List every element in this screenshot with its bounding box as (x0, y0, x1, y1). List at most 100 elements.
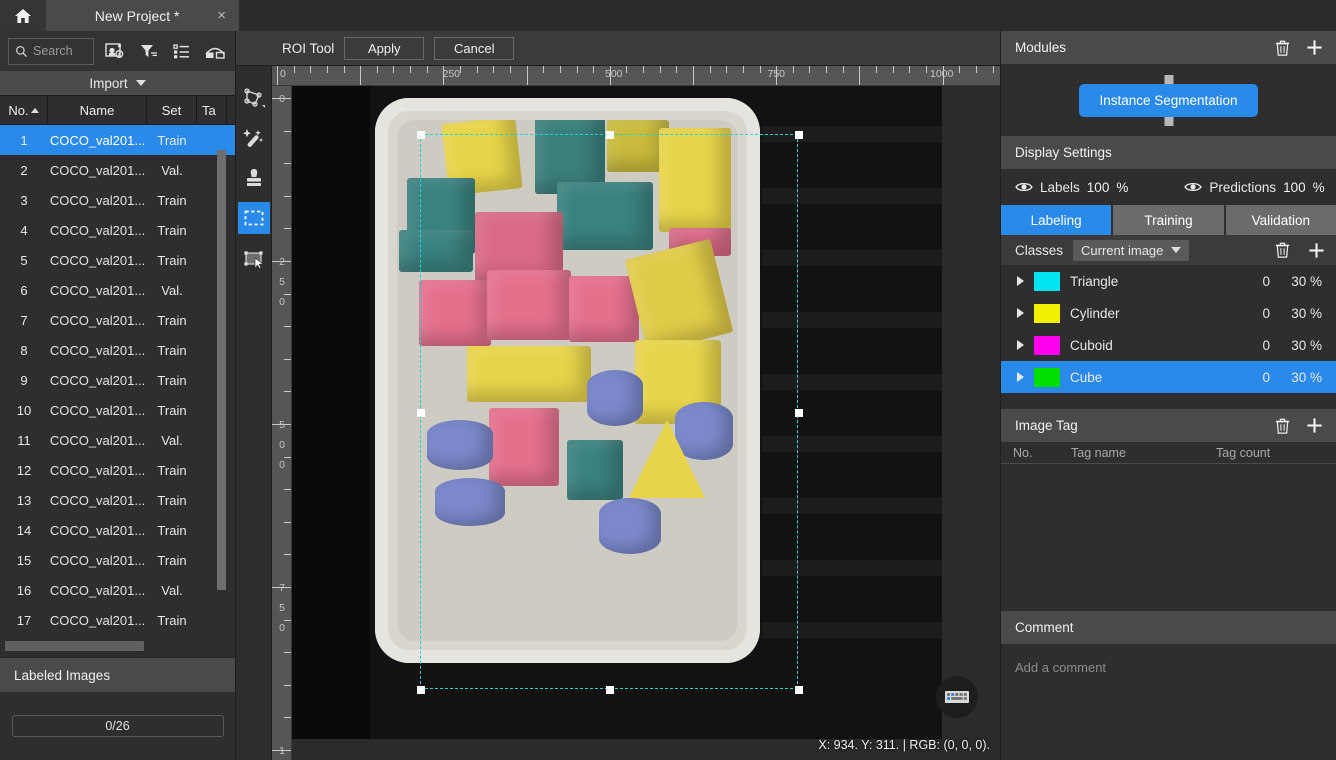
plus-icon[interactable] (1304, 238, 1328, 262)
class-name: Cuboid (1070, 337, 1113, 353)
image-settings-icon[interactable] (104, 39, 127, 63)
photo-block-triangle (629, 420, 705, 498)
file-list-scrollbar[interactable] (217, 150, 226, 590)
class-color-swatch[interactable] (1034, 367, 1060, 387)
trash-icon[interactable] (1270, 414, 1294, 438)
ruler-tick (284, 195, 291, 197)
expand-arrow-icon[interactable] (1017, 308, 1024, 318)
home-icon (15, 8, 31, 23)
tab-labeling[interactable]: Labeling (1001, 205, 1112, 235)
home-button[interactable] (0, 0, 46, 31)
search-input[interactable]: Search (8, 37, 94, 65)
node-output-port[interactable] (1164, 116, 1173, 126)
keyboard-shortcuts-button[interactable] (936, 676, 978, 718)
table-row[interactable]: 15 COCO_val201... Train (0, 545, 235, 575)
polygon-tool[interactable] (238, 82, 270, 114)
image-canvas[interactable] (292, 86, 942, 739)
photo-background-stripe (762, 560, 942, 576)
row-set: Train (157, 522, 187, 538)
class-count: 0 (1262, 273, 1270, 289)
tab-training[interactable]: Training (1113, 205, 1224, 235)
table-row[interactable]: 4 COCO_val201... Train (0, 215, 235, 245)
class-row[interactable]: Cube 0 30 % (1001, 361, 1336, 393)
plus-icon[interactable] (1302, 414, 1326, 438)
predictions-visibility-eye-icon[interactable] (1184, 180, 1203, 194)
ruler-tick (742, 66, 744, 73)
ruler-tick (992, 66, 994, 73)
column-header-name[interactable]: Name (48, 96, 147, 124)
class-row[interactable]: Triangle 0 30 % (1001, 265, 1336, 297)
module-node-instance-segmentation[interactable]: Instance Segmentation (1079, 74, 1258, 126)
ruler-label: 5 (279, 276, 285, 288)
class-row[interactable]: Cylinder 0 30 % (1001, 297, 1336, 329)
labeled-progress-text: 0/26 (105, 719, 130, 733)
expand-arrow-icon[interactable] (1017, 372, 1024, 382)
file-list-hscroll-track (0, 637, 235, 657)
node-input-port[interactable] (1164, 74, 1173, 84)
stamp-tool[interactable] (238, 162, 270, 194)
table-row[interactable]: 17 COCO_val201... Train (0, 605, 235, 635)
table-row[interactable]: 14 COCO_val201... Train (0, 515, 235, 545)
file-list-horizontal-scrollbar[interactable] (5, 641, 144, 651)
trash-icon[interactable] (1270, 36, 1294, 60)
filter-icon[interactable] (137, 39, 160, 63)
row-index: 13 (16, 492, 32, 508)
expand-arrow-icon[interactable] (1017, 276, 1024, 286)
column-header-set[interactable]: Set (147, 96, 197, 124)
table-row[interactable]: 8 COCO_val201... Train (0, 335, 235, 365)
column-header-tag[interactable]: Ta (197, 96, 227, 124)
classes-scope-dropdown[interactable]: Current image (1073, 239, 1190, 261)
file-list[interactable]: 1 COCO_val201... Train 2 COCO_val201... Val. 3… (0, 125, 235, 637)
image-viewport[interactable]: X: 934. Y: 311. | RGB: (0, 0, 0). (292, 86, 1000, 760)
vertical-tool-strip (236, 66, 272, 760)
ruler-tick (284, 489, 291, 491)
labels-visibility-eye-icon[interactable] (1015, 180, 1033, 194)
project-tab[interactable]: New Project * × (46, 0, 239, 31)
table-row[interactable]: 2 COCO_val201... Val. (0, 155, 235, 185)
table-row[interactable]: 13 COCO_val201... Train (0, 485, 235, 515)
labels-opacity-value[interactable]: 100 (1087, 180, 1110, 195)
table-row[interactable]: 9 COCO_val201... Train (0, 365, 235, 395)
roi-toolbar: ROI Tool Apply Cancel (236, 31, 1000, 66)
table-row[interactable]: 7 COCO_val201... Train (0, 305, 235, 335)
row-set: Val. (161, 162, 183, 178)
import-button[interactable]: Import (0, 71, 235, 95)
class-color-swatch[interactable] (1034, 271, 1060, 291)
list-icon[interactable] (170, 39, 193, 63)
table-row[interactable]: 1 COCO_val201... Train (0, 125, 235, 155)
table-row[interactable]: 16 COCO_val201... Val. (0, 575, 235, 605)
table-row[interactable]: 11 COCO_val201... Val. (0, 425, 235, 455)
table-row[interactable]: 12 COCO_val201... Train (0, 455, 235, 485)
table-row[interactable]: 10 COCO_val201... Train (0, 395, 235, 425)
column-label-set: Set (161, 102, 182, 118)
apply-button[interactable]: Apply (344, 36, 425, 60)
modules-graph-canvas[interactable]: Instance Segmentation (1001, 64, 1336, 136)
comment-header: Comment (1001, 611, 1336, 644)
table-row[interactable]: 6 COCO_val201... Val. (0, 275, 235, 305)
compare-icon[interactable] (204, 39, 227, 63)
table-row[interactable]: 5 COCO_val201... Train (0, 245, 235, 275)
expand-arrow-icon[interactable] (1017, 340, 1024, 350)
ruler-tick (284, 619, 291, 621)
plus-icon[interactable] (1302, 36, 1326, 60)
ruler-tick (909, 66, 911, 73)
predictions-opacity-value[interactable]: 100 (1283, 180, 1306, 195)
tab-validation[interactable]: Validation (1225, 205, 1336, 235)
roi-rectangle-tool[interactable] (237, 202, 270, 234)
class-color-swatch[interactable] (1034, 335, 1060, 355)
class-color-swatch[interactable] (1034, 303, 1060, 323)
class-row[interactable]: Cuboid 0 30 % (1001, 329, 1336, 361)
column-header-no[interactable]: No. (0, 96, 48, 124)
row-index: 15 (16, 552, 32, 568)
import-label: Import (89, 75, 128, 91)
table-row[interactable]: 3 COCO_val201... Train (0, 185, 235, 215)
tag-column-name: Tag name (1071, 445, 1126, 460)
transform-tool[interactable] (238, 242, 270, 274)
cancel-button[interactable]: Cancel (434, 36, 515, 60)
close-icon[interactable]: × (214, 8, 229, 23)
magic-wand-tool[interactable] (238, 122, 270, 154)
image-tag-list[interactable] (1001, 464, 1336, 611)
class-threshold: 30 % (1291, 369, 1322, 385)
comment-input[interactable]: Add a comment (1001, 644, 1336, 760)
trash-icon[interactable] (1270, 238, 1294, 262)
